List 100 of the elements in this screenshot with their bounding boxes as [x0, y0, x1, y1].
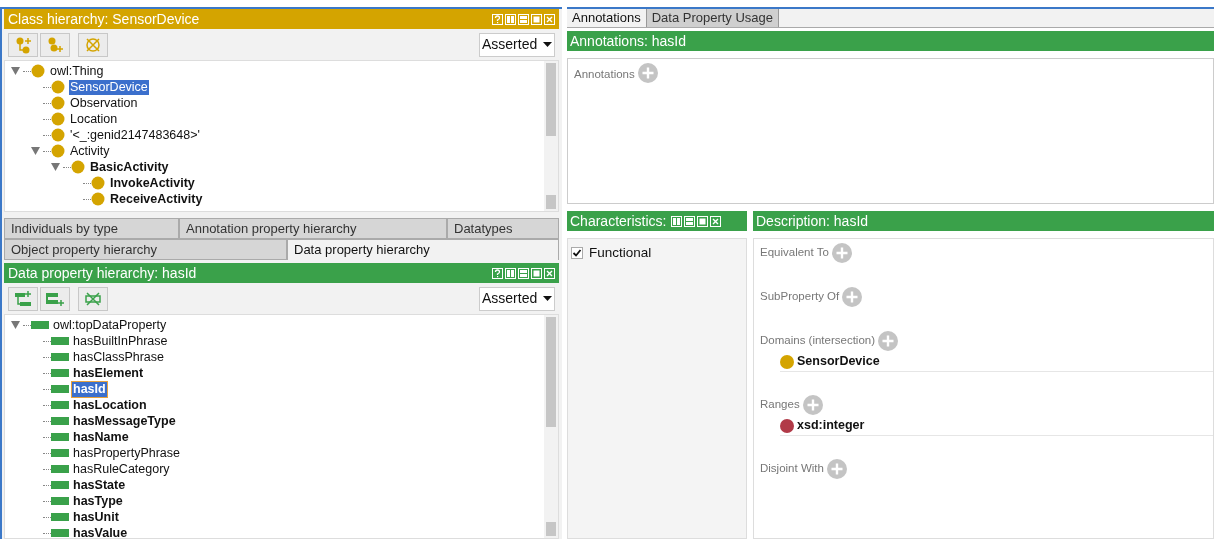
close-icon[interactable]: [544, 267, 555, 279]
section-label: Annotations: [574, 67, 635, 82]
tab[interactable]: Object property hierarchy: [4, 239, 287, 260]
maximize-icon[interactable]: [531, 267, 542, 279]
split-horizontal-icon[interactable]: [518, 13, 529, 25]
panel-title: Class hierarchy: SensorDevice: [8, 9, 200, 29]
caret-icon: [543, 42, 552, 47]
tree-item[interactable]: hasElement: [72, 365, 145, 381]
expand-toggle[interactable]: [11, 66, 20, 76]
property-icon: [31, 321, 49, 329]
property-icon: [51, 433, 69, 441]
tree-item[interactable]: Observation: [69, 95, 139, 111]
class-icon: [91, 176, 105, 190]
tab[interactable]: Individuals by type: [4, 218, 179, 239]
tree-item[interactable]: owl:topDataProperty: [52, 317, 168, 333]
add-sibling-icon: [46, 35, 64, 54]
add-subclass-button[interactable]: [8, 32, 38, 57]
tree-item[interactable]: hasValue: [72, 525, 129, 538]
add-sibling-button[interactable]: [40, 32, 70, 57]
class-icon: [31, 64, 45, 78]
expand-toggle[interactable]: [31, 146, 40, 156]
delete-icon: [84, 35, 102, 54]
tree-item[interactable]: hasUnit: [72, 509, 120, 525]
split-vertical-icon[interactable]: [505, 13, 516, 25]
property-icon: [51, 513, 69, 521]
checkbox-label: Functional: [589, 243, 652, 262]
add-subproperty-button[interactable]: [8, 286, 38, 311]
section-label: Disjoint With: [760, 461, 824, 477]
scrollbar[interactable]: [544, 315, 558, 538]
class-icon: [51, 144, 65, 158]
tree-item[interactable]: Activity: [69, 143, 111, 159]
property-icon: [51, 497, 69, 505]
tree-item[interactable]: hasName: [72, 429, 130, 445]
class-icon: [51, 80, 65, 94]
tree-item[interactable]: hasPropertyPhrase: [72, 445, 181, 461]
tree-item[interactable]: owl:Thing: [49, 63, 105, 79]
delete-button[interactable]: [78, 32, 108, 57]
add-subproperty-icon: [14, 289, 32, 308]
property-icon: [51, 449, 69, 457]
tree-item[interactable]: hasMessageType: [72, 413, 177, 429]
caret-icon: [543, 296, 552, 301]
tree-item[interactable]: hasType: [72, 493, 124, 509]
delete-icon: [84, 289, 102, 308]
property-icon: [51, 385, 69, 393]
tree-item[interactable]: hasState: [72, 477, 127, 493]
help-icon[interactable]: [492, 13, 503, 25]
help-icon[interactable]: [492, 267, 503, 279]
expand-toggle[interactable]: [11, 320, 20, 330]
tab[interactable]: Annotation property hierarchy: [179, 218, 447, 239]
split-horizontal-icon[interactable]: [518, 267, 529, 279]
tree-item[interactable]: '<_:genid2147483648>': [69, 127, 201, 143]
tree-item[interactable]: hasId: [72, 381, 107, 397]
property-icon: [51, 401, 69, 409]
view-dropdown[interactable]: Asserted: [479, 32, 555, 57]
maximize-icon[interactable]: [697, 215, 709, 227]
class-icon: [91, 192, 105, 206]
tree-item[interactable]: Location: [69, 111, 119, 127]
add-button[interactable]: [878, 331, 899, 351]
tree-item[interactable]: SensorDevice: [69, 79, 149, 95]
entity-link[interactable]: SensorDevice: [797, 352, 880, 371]
tab[interactable]: Data property hierarchy: [287, 239, 559, 260]
split-horizontal-icon[interactable]: [684, 215, 696, 227]
property-icon: [51, 337, 69, 345]
entity-link[interactable]: xsd:integer: [797, 416, 865, 435]
tree-item[interactable]: hasBuiltInPhrase: [72, 333, 169, 349]
class-icon: [71, 160, 85, 174]
close-icon[interactable]: [710, 215, 722, 227]
add-sibling-property-button[interactable]: [40, 286, 70, 311]
delete-button[interactable]: [78, 286, 108, 311]
add-button[interactable]: [826, 459, 847, 479]
tree-item[interactable]: ReceiveActivity: [109, 191, 204, 207]
split-vertical-icon[interactable]: [505, 267, 516, 279]
property-icon: [51, 465, 69, 473]
tree-item[interactable]: InvokeActivity: [109, 175, 196, 191]
expand-toggle[interactable]: [51, 162, 60, 172]
add-button[interactable]: [802, 395, 823, 415]
add-button[interactable]: [831, 243, 852, 263]
tree-item[interactable]: BasicActivity: [89, 159, 170, 175]
panel-title: Description: hasId: [753, 211, 1214, 231]
section-label: SubProperty Of: [760, 289, 840, 305]
property-icon: [51, 417, 69, 425]
tab[interactable]: Datatypes: [447, 218, 559, 239]
maximize-icon[interactable]: [531, 13, 542, 25]
section-label: Domains (intersection): [760, 333, 876, 349]
property-icon: [51, 481, 69, 489]
split-vertical-icon[interactable]: [671, 215, 683, 227]
checkbox[interactable]: [571, 247, 583, 259]
property-icon: [51, 369, 69, 377]
add-button[interactable]: [637, 63, 658, 83]
view-dropdown[interactable]: Asserted: [479, 286, 555, 311]
add-button[interactable]: [842, 287, 863, 307]
scrollbar[interactable]: [544, 61, 558, 211]
tree-item[interactable]: hasClassPhrase: [72, 349, 165, 365]
tree-item[interactable]: hasLocation: [72, 397, 148, 413]
tree-item[interactable]: hasRuleCategory: [72, 461, 171, 477]
class-icon: [51, 96, 65, 110]
tab[interactable]: Data Property Usage: [646, 9, 780, 27]
property-icon: [51, 529, 69, 537]
panel-title: Data property hierarchy: hasId: [8, 263, 197, 283]
close-icon[interactable]: [544, 13, 555, 25]
